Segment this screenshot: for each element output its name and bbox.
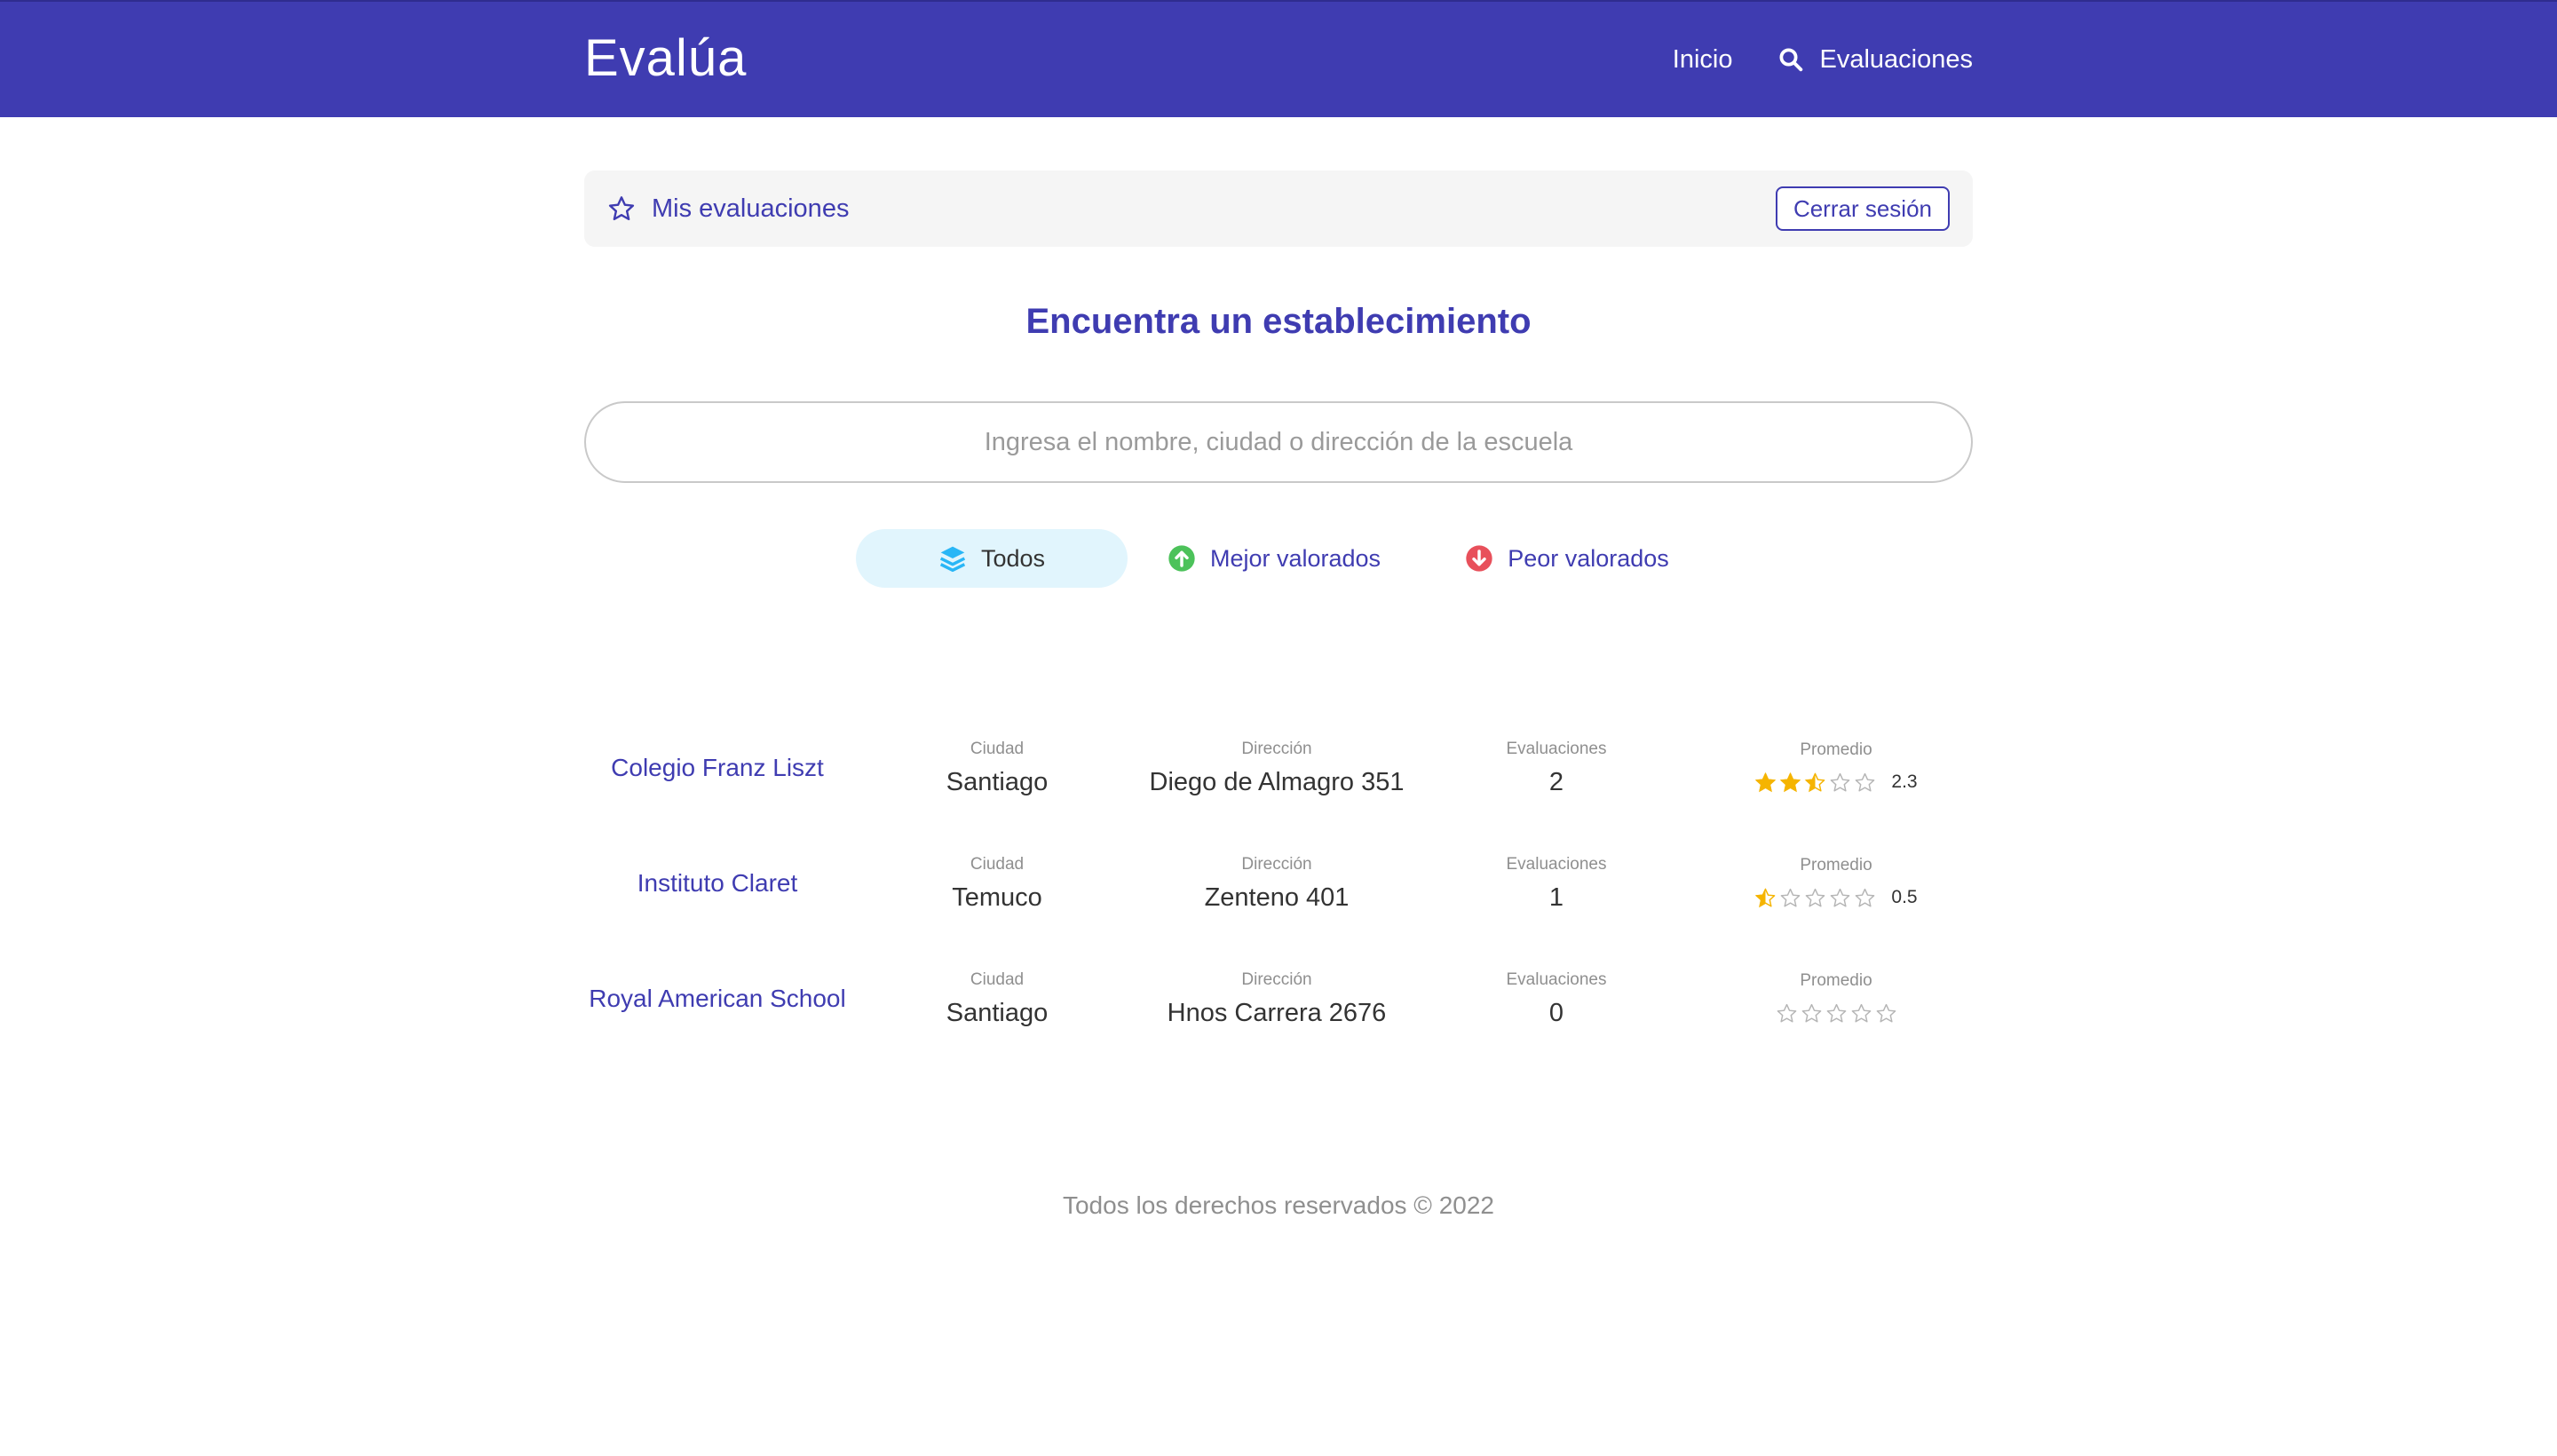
evaluations-value: 2 xyxy=(1548,767,1564,796)
brand-logo[interactable]: Evalúa xyxy=(584,28,747,88)
table-row: Royal American School Ciudad Santiago Di… xyxy=(584,941,1973,1056)
address-cell: Dirección Zenteno 401 xyxy=(1144,855,1410,913)
average-cell: Promedio 0.5 xyxy=(1703,856,1969,911)
address-cell: Dirección Diego de Almagro 351 xyxy=(1144,740,1410,797)
star-half-icon xyxy=(1805,772,1825,792)
city-label: Ciudad xyxy=(970,969,1025,989)
top-navbar: Evalúa Inicio Evaluaciones xyxy=(0,0,2557,117)
average-cell: Promedio 2.3 xyxy=(1703,740,1969,795)
nav-evaluations-label: Evaluaciones xyxy=(1819,44,1974,74)
average-label: Promedio xyxy=(1800,856,1872,874)
nav-home-label: Inicio xyxy=(1672,44,1733,74)
search-icon xyxy=(1779,48,1802,72)
star-empty-icon xyxy=(1826,1003,1846,1022)
star-empty-icon xyxy=(1777,1003,1796,1022)
star-filled-icon xyxy=(1755,772,1777,792)
star-filled-icon xyxy=(1780,772,1801,792)
filter-all-label: Todos xyxy=(980,544,1046,572)
my-evaluations-link[interactable]: Mis evaluaciones xyxy=(607,194,849,224)
average-label: Promedio xyxy=(1800,740,1872,759)
star-rating: 2.3 xyxy=(1703,769,1969,795)
city-cell: Ciudad Santiago xyxy=(851,740,1144,797)
address-label: Dirección xyxy=(1241,739,1312,758)
city-value: Santiago xyxy=(946,767,1049,796)
address-value: Hnos Carrera 2676 xyxy=(1167,998,1387,1027)
star-half-icon xyxy=(1755,887,1776,907)
evaluations-value: 0 xyxy=(1548,998,1564,1027)
nav-evaluations-link[interactable]: Evaluaciones xyxy=(1777,44,1974,75)
average-label: Promedio xyxy=(1800,971,1872,990)
arrow-down-circle-icon xyxy=(1466,545,1492,572)
average-value: 2.3 xyxy=(1891,772,1918,792)
nav-home-link[interactable]: Inicio xyxy=(1673,45,1733,75)
address-value: Zenteno 401 xyxy=(1204,882,1350,912)
evaluations-label: Evaluaciones xyxy=(1506,739,1607,758)
star-empty-icon xyxy=(1781,888,1801,906)
layers-icon xyxy=(939,546,966,573)
average-value: 0.5 xyxy=(1891,887,1918,907)
city-value: Temuco xyxy=(952,882,1042,912)
star-empty-icon xyxy=(1856,772,1875,791)
user-bar: Mis evaluaciones Cerrar sesión xyxy=(584,170,1973,247)
star-outline-icon xyxy=(608,196,635,221)
star-empty-icon xyxy=(1876,1003,1896,1022)
table-row: Colegio Franz Liszt Ciudad Santiago Dire… xyxy=(584,710,1973,826)
table-row: Instituto Claret Ciudad Temuco Dirección… xyxy=(584,826,1973,941)
star-empty-icon xyxy=(1831,888,1850,906)
filter-best-label: Mejor valorados xyxy=(1209,544,1381,572)
main-nav: Inicio Evaluaciones xyxy=(1673,2,1973,117)
star-rating: 0.5 xyxy=(1703,884,1969,911)
city-cell: Ciudad Temuco xyxy=(851,855,1144,913)
star-empty-icon xyxy=(1806,888,1825,906)
star-empty-icon xyxy=(1856,888,1875,906)
search-input[interactable] xyxy=(584,401,1973,483)
city-cell: Ciudad Santiago xyxy=(851,970,1144,1028)
star-rating xyxy=(1703,1000,1969,1026)
city-label: Ciudad xyxy=(970,854,1025,874)
my-evaluations-label: Mis evaluaciones xyxy=(652,194,850,223)
filter-worst-button[interactable]: Peor valorados xyxy=(1421,529,1714,588)
school-name-link[interactable]: Royal American School xyxy=(584,985,851,1013)
school-name-link[interactable]: Instituto Claret xyxy=(584,869,851,898)
star-empty-icon xyxy=(1851,1003,1871,1022)
school-list: Colegio Franz Liszt Ciudad Santiago Dire… xyxy=(584,710,1973,1056)
filter-all-button[interactable]: Todos xyxy=(856,529,1128,588)
page-title: Encuentra un establecimiento xyxy=(1025,302,1532,341)
evaluations-label: Evaluaciones xyxy=(1506,969,1607,989)
evaluations-cell: Evaluaciones 1 xyxy=(1410,855,1703,913)
footer-copyright: Todos los derechos reservados © 2022 xyxy=(1062,1191,1495,1219)
filter-best-button[interactable]: Mejor valorados xyxy=(1128,529,1421,588)
address-value: Diego de Almagro 351 xyxy=(1149,767,1405,796)
city-value: Santiago xyxy=(946,998,1049,1027)
city-label: Ciudad xyxy=(970,739,1025,758)
star-empty-icon xyxy=(1831,772,1850,791)
address-cell: Dirección Hnos Carrera 2676 xyxy=(1144,970,1410,1028)
evaluations-cell: Evaluaciones 2 xyxy=(1410,740,1703,797)
average-cell: Promedio xyxy=(1703,971,1969,1026)
logout-button[interactable]: Cerrar sesión xyxy=(1775,186,1950,231)
star-empty-icon xyxy=(1801,1003,1821,1022)
arrow-up-circle-icon xyxy=(1168,545,1195,572)
evaluations-label: Evaluaciones xyxy=(1506,854,1607,874)
school-name-link[interactable]: Colegio Franz Liszt xyxy=(584,754,851,782)
filter-tabs: Todos Mejor valorados Peor valorados xyxy=(856,529,1714,588)
filter-worst-label: Peor valorados xyxy=(1508,544,1669,572)
evaluations-value: 1 xyxy=(1548,882,1564,912)
address-label: Dirección xyxy=(1241,969,1312,989)
evaluations-cell: Evaluaciones 0 xyxy=(1410,970,1703,1028)
address-label: Dirección xyxy=(1241,854,1312,874)
